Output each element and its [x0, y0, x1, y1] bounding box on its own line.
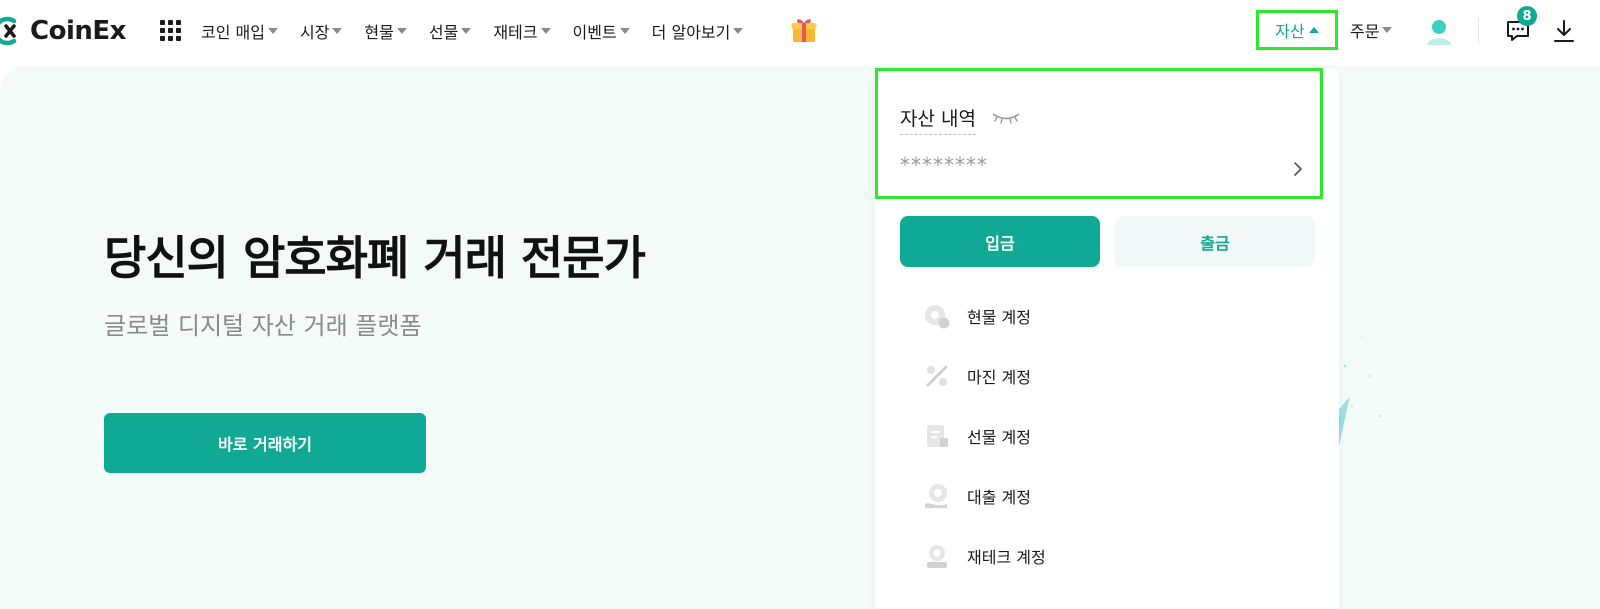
nav-item-label: 코인 매입 — [201, 23, 265, 42]
assets-menu-label: 자산 — [1275, 22, 1305, 41]
asset-total-value: ******** — [900, 153, 988, 177]
main-nav: 코인 매입 시장 현물 선물 재테크 이벤트 더 알아보기 — [201, 0, 765, 62]
nav-item-label: 더 알아보기 — [651, 23, 731, 42]
header-divider — [1478, 18, 1479, 44]
account-label: 재테크 계정 — [967, 548, 1046, 567]
deposit-button[interactable]: 입금 — [900, 216, 1100, 267]
margin-account-icon — [926, 365, 948, 387]
page: CoinEx 코인 매입 시장 현물 선물 재테크 이벤트 더 알아보기 자산 … — [0, 0, 1600, 609]
notification-badge: 8 — [1517, 6, 1537, 26]
account-label: 마진 계정 — [967, 368, 1031, 387]
chevron-down-icon — [1382, 27, 1393, 33]
hero-subtitle: 글로벌 디지털 자산 거래 플랫폼 — [104, 312, 422, 340]
nav-item-spot[interactable]: 현물 — [364, 19, 407, 43]
chevron-down-icon — [540, 28, 551, 34]
chevron-down-icon — [733, 28, 744, 34]
chevron-right-icon — [1294, 162, 1302, 176]
nav-item-finance[interactable]: 재테크 — [493, 19, 551, 43]
nav-item-more[interactable]: 더 알아보기 — [652, 19, 744, 43]
chevron-down-icon — [461, 28, 472, 34]
chevron-down-icon — [396, 28, 407, 34]
orders-menu-button[interactable]: 주문 — [1350, 18, 1393, 42]
account-item-finance[interactable]: 재테크 계정 — [923, 541, 1046, 571]
top-header: CoinEx 코인 매입 시장 현물 선물 재테크 이벤트 더 알아보기 자산 … — [0, 0, 1600, 62]
logo[interactable]: CoinEx — [0, 10, 126, 52]
nav-item-events[interactable]: 이벤트 — [573, 19, 630, 43]
account-item-margin[interactable]: 마진 계정 — [923, 361, 1031, 391]
finance-account-icon — [927, 545, 947, 568]
account-label: 대출 계정 — [967, 488, 1031, 507]
account-label: 현물 계정 — [967, 308, 1031, 327]
account-label: 선물 계정 — [967, 428, 1031, 447]
trade-now-button[interactable]: 바로 거래하기 — [104, 413, 426, 473]
avatar-icon[interactable] — [1424, 16, 1454, 46]
logo-text: CoinEx — [30, 16, 126, 46]
chevron-up-icon — [1308, 27, 1319, 33]
nav-item-buy-crypto[interactable]: 코인 매입 — [201, 19, 278, 43]
chevron-down-icon — [619, 28, 630, 34]
assets-menu-button[interactable]: 자산 — [1256, 10, 1338, 50]
nav-item-label: 현물 — [364, 23, 394, 42]
loan-account-icon — [925, 484, 947, 508]
chevron-down-icon — [267, 28, 278, 34]
asset-summary-card[interactable]: 자산 내역 ******** — [875, 68, 1323, 199]
coinex-logo-icon — [0, 16, 17, 46]
orders-menu-label: 주문 — [1350, 22, 1380, 41]
hero-title: 당신의 암호화폐 거래 전문가 — [104, 231, 646, 285]
apps-grid-icon[interactable] — [160, 20, 182, 42]
asset-summary-label: 자산 내역 — [900, 104, 976, 135]
nav-item-label: 재테크 — [493, 23, 538, 42]
account-item-futures[interactable]: 선물 계정 — [923, 421, 1031, 451]
nav-item-label: 시장 — [299, 23, 330, 42]
hide-balance-eye-icon[interactable] — [991, 111, 1021, 125]
download-icon[interactable] — [1552, 18, 1576, 44]
account-item-spot[interactable]: 현물 계정 — [923, 301, 1031, 331]
gift-icon[interactable] — [790, 16, 818, 44]
chevron-down-icon — [332, 28, 343, 34]
nav-item-futures[interactable]: 선물 — [428, 19, 472, 43]
hero-section: 당신의 암호화폐 거래 전문가 글로벌 디지털 자산 거래 플랫폼 바로 거래하… — [0, 66, 1600, 609]
nav-item-label: 선물 — [428, 23, 459, 42]
withdraw-button[interactable]: 출금 — [1115, 216, 1315, 267]
account-item-loan[interactable]: 대출 계정 — [923, 481, 1031, 511]
futures-account-icon — [927, 425, 948, 447]
assets-dropdown: 자산 내역 ******** 입금 출금 현물 계정 마진 계정 선물 계정 대… — [875, 68, 1339, 609]
nav-item-label: 이벤트 — [572, 23, 617, 42]
spot-account-icon — [925, 305, 950, 329]
nav-item-market[interactable]: 시장 — [299, 19, 343, 43]
